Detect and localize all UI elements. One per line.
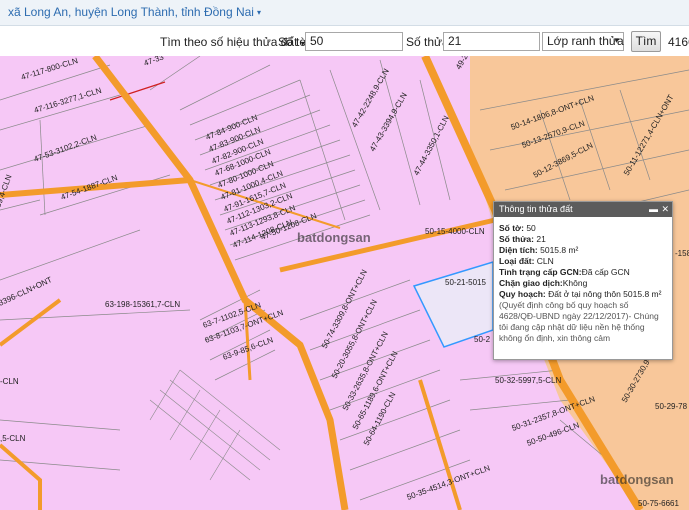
watermark: batdongsan [297, 230, 371, 245]
dien-tich-label: Diện tích: [499, 245, 538, 255]
parcel-label: -CLN [0, 377, 19, 386]
watermark: batdongsan [600, 472, 674, 487]
parcel-label: 50-32-5997,5-CLN [495, 376, 561, 385]
popup-title: Thông tin thửa đất [499, 204, 573, 214]
top-bar: xã Long An, huyện Long Thành, tỉnh Đồng … [0, 0, 689, 26]
chan-giao-dich-value: Không [562, 278, 588, 288]
parcel-label: -158 [675, 249, 689, 258]
location-text: xã Long An, huyện Long Thành, tỉnh Đồng … [8, 5, 254, 19]
quy-hoach-value: Đất ở tại nông thôn 5015.8 m² [548, 289, 662, 299]
chan-giao-dich-label: Chặn giao dịch: [499, 278, 563, 288]
so-thua-label: Số thửa: [499, 234, 534, 244]
parcel-label: 50-2 [474, 335, 491, 344]
quy-hoach-label: Quy hoạch: [499, 289, 546, 299]
close-icon[interactable]: ✕ [661, 202, 669, 217]
search-button[interactable]: Tìm [631, 31, 661, 52]
popup-header: Thông tin thửa đất ▬ ✕ [494, 202, 672, 217]
layer-select-value: Lớp ranh thửa [547, 34, 624, 48]
layer-select[interactable]: Lớp ranh thửa ▾ [542, 32, 624, 51]
parcel-label: 50-75-6661 [638, 499, 679, 508]
so-to-label: Số tờ: [499, 223, 524, 233]
loai-dat-label: Loại đất: [499, 256, 535, 266]
popup-body: Số tờ: 50 Số thửa: 21 Diện tích: 5015.8 … [494, 217, 672, 344]
parcel-label: ,5-CLN [0, 434, 26, 443]
chevron-down-icon: ▾ [614, 35, 619, 45]
search-mode-label: Tìm theo số hiệu thửa đất [160, 35, 298, 49]
so-to-value: 50 [526, 223, 536, 233]
parcel-label: 63-198-15361,7-CLN [105, 300, 180, 309]
minimize-icon[interactable]: ▬ [649, 202, 658, 217]
so-thua-input[interactable]: 21 [443, 32, 540, 51]
search-bar: Tìm theo số hiệu thửa đất ▾ Số tờ: 50 Số… [0, 26, 689, 56]
dien-tich-value: 5015.8 m² [540, 245, 579, 255]
popup-note: (Quyết định công bố quy hoạch số 4628/QĐ… [499, 300, 659, 343]
gcn-value: Đã cấp GCN [581, 267, 630, 277]
parcel-label: 50-15-4000-CLN [425, 227, 485, 236]
loai-dat-value: CLN [536, 256, 554, 266]
parcel-label: 50-21-5015 [445, 278, 486, 287]
parcel-info-popup: Thông tin thửa đất ▬ ✕ Số tờ: 50 Số thửa… [493, 201, 673, 360]
trailing-number: 4166 [668, 35, 689, 49]
location-dropdown[interactable]: xã Long An, huyện Long Thành, tỉnh Đồng … [8, 5, 261, 19]
parcel-label: 50-29-78 [655, 402, 688, 411]
chevron-down-icon: ▾ [256, 8, 261, 18]
so-thua-value: 21 [536, 234, 546, 244]
gcn-label: Tình trạng cấp GCN: [499, 267, 582, 277]
so-to-input[interactable]: 50 [305, 32, 403, 51]
